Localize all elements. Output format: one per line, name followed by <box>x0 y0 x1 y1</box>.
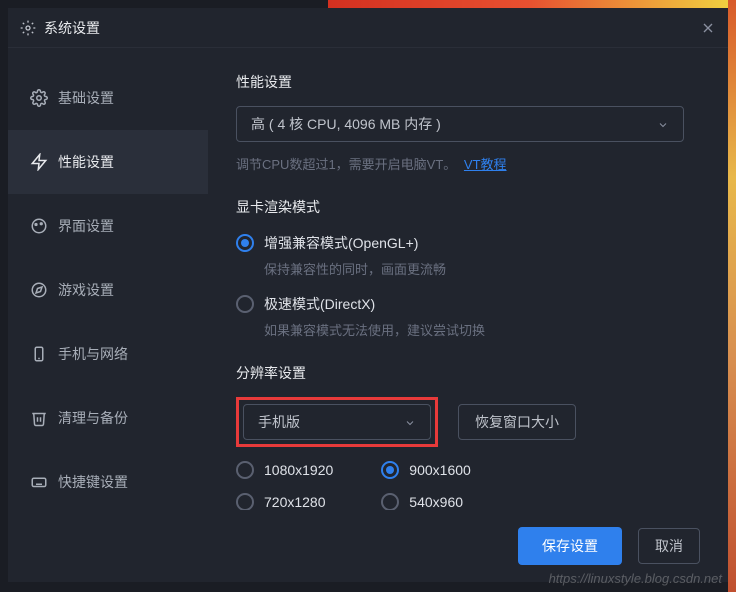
section-title-render: 显卡渲染模式 <box>236 197 700 217</box>
sidebar: 基础设置 性能设置 界面设置 游戏设置 <box>8 48 208 510</box>
watermark: https://linuxstyle.blog.csdn.net <box>549 571 722 586</box>
sidebar-item-game[interactable]: 游戏设置 <box>8 258 208 322</box>
vt-hint: 调节CPU数超过1，需要开启电脑VT。 VT教程 <box>236 154 700 173</box>
settings-window: 系统设置 基础设置 性能设置 <box>8 8 728 582</box>
chevron-down-icon <box>657 118 669 130</box>
radio-icon <box>236 234 254 252</box>
reset-window-size-button[interactable]: 恢复窗口大小 <box>458 404 576 440</box>
gear-icon <box>30 89 48 107</box>
background-strip <box>728 0 736 592</box>
res-540x960-radio[interactable]: 540x960 <box>381 493 471 510</box>
sidebar-item-performance[interactable]: 性能设置 <box>8 130 208 194</box>
bolt-icon <box>30 153 48 171</box>
highlight-box: 手机版 <box>236 397 438 447</box>
section-title-resolution: 分辨率设置 <box>236 363 700 383</box>
sidebar-item-label: 快捷键设置 <box>58 472 128 492</box>
radio-label: 极速模式(DirectX) <box>264 294 375 314</box>
radio-label: 900x1600 <box>409 462 471 478</box>
render-opengl-sub: 保持兼容性的同时，画面更流畅 <box>264 259 700 278</box>
cancel-button[interactable]: 取消 <box>638 528 700 564</box>
sidebar-item-label: 游戏设置 <box>58 280 114 300</box>
radio-icon <box>381 461 399 479</box>
resolution-dropdown[interactable]: 手机版 <box>243 404 431 440</box>
render-directx-sub: 如果兼容模式无法使用，建议尝试切换 <box>264 320 700 339</box>
radio-icon <box>236 493 254 510</box>
sidebar-item-cleanup[interactable]: 清理与备份 <box>8 386 208 450</box>
sidebar-item-label: 手机与网络 <box>58 344 128 364</box>
chevron-down-icon <box>404 416 416 428</box>
dropdown-value: 高 ( 4 核 CPU, 4096 MB 内存 ) <box>251 114 441 134</box>
sidebar-item-shortcuts[interactable]: 快捷键设置 <box>8 450 208 510</box>
radio-label: 540x960 <box>409 494 463 510</box>
radio-icon <box>236 295 254 313</box>
keyboard-icon <box>30 473 48 491</box>
dropdown-value: 手机版 <box>258 412 300 432</box>
res-900x1600-radio[interactable]: 900x1600 <box>381 461 471 479</box>
sidebar-item-basic[interactable]: 基础设置 <box>8 66 208 130</box>
compass-icon <box>30 281 48 299</box>
sidebar-item-label: 界面设置 <box>58 216 114 236</box>
radio-icon <box>381 493 399 510</box>
trash-icon <box>30 409 48 427</box>
radio-label: 1080x1920 <box>264 462 333 478</box>
vt-tutorial-link[interactable]: VT教程 <box>464 157 507 172</box>
titlebar: 系统设置 <box>8 8 728 48</box>
res-720x1280-radio[interactable]: 720x1280 <box>236 493 333 510</box>
radio-label: 增强兼容模式(OpenGL+) <box>264 233 418 253</box>
section-title-performance: 性能设置 <box>236 72 700 92</box>
sidebar-item-interface[interactable]: 界面设置 <box>8 194 208 258</box>
palette-icon <box>30 217 48 235</box>
res-1080x1920-radio[interactable]: 1080x1920 <box>236 461 333 479</box>
render-opengl-radio[interactable]: 增强兼容模式(OpenGL+) <box>236 233 700 253</box>
radio-icon <box>236 461 254 479</box>
render-directx-radio[interactable]: 极速模式(DirectX) <box>236 294 700 314</box>
sidebar-item-label: 基础设置 <box>58 88 114 108</box>
window-title: 系统设置 <box>44 18 700 38</box>
performance-dropdown[interactable]: 高 ( 4 核 CPU, 4096 MB 内存 ) <box>236 106 684 142</box>
close-button[interactable] <box>700 20 716 36</box>
radio-label: 720x1280 <box>264 494 326 510</box>
phone-icon <box>30 345 48 363</box>
main-content: 性能设置 高 ( 4 核 CPU, 4096 MB 内存 ) 调节CPU数超过1… <box>208 48 728 510</box>
gear-icon <box>20 20 36 36</box>
sidebar-item-label: 清理与备份 <box>58 408 128 428</box>
banner-strip <box>328 0 728 8</box>
sidebar-item-label: 性能设置 <box>58 152 114 172</box>
save-button[interactable]: 保存设置 <box>518 527 622 565</box>
sidebar-item-phone-network[interactable]: 手机与网络 <box>8 322 208 386</box>
